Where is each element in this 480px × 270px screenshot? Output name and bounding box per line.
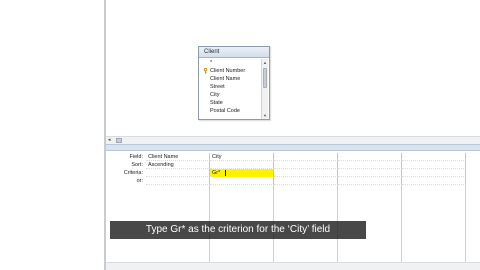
grid-cell-criteria[interactable]: [274, 169, 338, 177]
grid-cell-field[interactable]: [274, 153, 338, 161]
grid-cell-or[interactable]: [274, 177, 338, 185]
field-list-item[interactable]: Postal Code: [202, 107, 260, 115]
grid-cell-field[interactable]: [402, 153, 466, 161]
field-list-item[interactable]: Client Name: [202, 75, 260, 83]
scroll-thumb[interactable]: [116, 138, 122, 143]
grid-row-or: [146, 177, 480, 185]
grid-cell-sort[interactable]: [402, 161, 466, 169]
grid-cell-criteria[interactable]: [402, 169, 466, 177]
field-name: Client Name: [210, 76, 241, 82]
field-list-item[interactable]: Street: [202, 83, 260, 91]
field-name: Client Number: [210, 68, 246, 74]
table-pane: Client * Client Number Client Name Street Ci…: [106, 0, 480, 143]
grid-cell-sort[interactable]: [274, 161, 338, 169]
field-list-item[interactable]: *: [202, 59, 260, 67]
scroll-up-icon[interactable]: ▲: [262, 59, 268, 66]
field-name: Street: [210, 84, 225, 90]
grid-cell-or[interactable]: [338, 177, 402, 185]
field-name: *: [210, 60, 213, 66]
grid-cell-field[interactable]: City: [210, 153, 274, 161]
row-label-field: Field:: [129, 154, 143, 160]
field-name: City: [210, 92, 220, 98]
grid-cell-field[interactable]: Client Name: [146, 153, 210, 161]
scroll-left-icon[interactable]: ◂: [108, 137, 115, 144]
grid-cell-sort[interactable]: Ascending: [146, 161, 210, 169]
field-list-title[interactable]: Client: [199, 47, 269, 58]
table-pane-horizontal-scrollbar[interactable]: ◂: [106, 136, 480, 144]
navigation-pane: [0, 0, 104, 270]
field-list-item[interactable]: Client Number: [202, 67, 260, 75]
primary-key-icon: [203, 68, 208, 74]
city-criteria-cell[interactable]: Gr*: [210, 169, 274, 177]
row-label-or: or:: [136, 178, 143, 184]
scroll-thumb[interactable]: [263, 68, 267, 88]
grid-cell-or[interactable]: [146, 177, 210, 185]
grid-cell-text: Gr*: [212, 170, 221, 176]
grid-row-field: Client Name City: [146, 153, 480, 161]
text-cursor: [225, 170, 226, 176]
grid-horizontal-scrollbar[interactable]: [106, 262, 480, 270]
grid-cell-text: City: [212, 154, 222, 160]
grid-cell-sort[interactable]: [338, 161, 402, 169]
grid-cell-criteria[interactable]: [338, 169, 402, 177]
grid-row-criteria: Gr*: [146, 169, 480, 177]
tutorial-caption: Type Gr* as the criterion for the ‘City’…: [110, 221, 366, 239]
grid-cell-text: Ascending: [148, 162, 174, 168]
client-field-list[interactable]: Client * Client Number Client Name Street Ci…: [198, 46, 270, 120]
grid-cells: Client Name City Ascending Gr*: [146, 153, 480, 185]
grid-row-sort: Ascending: [146, 161, 480, 169]
field-list-item[interactable]: City: [202, 91, 260, 99]
row-label-criteria: Criteria:: [123, 170, 143, 176]
grid-cell-text: Client Name: [148, 154, 179, 160]
grid-cell-sort[interactable]: [210, 161, 274, 169]
grid-cell-or[interactable]: [402, 177, 466, 185]
design-grid: Field: Sort: Criteria: or: Client Name Ci…: [106, 151, 480, 270]
grid-cell-field[interactable]: [338, 153, 402, 161]
row-labels: Field: Sort: Criteria: or:: [106, 151, 145, 185]
scroll-down-icon[interactable]: ▼: [262, 112, 268, 119]
field-name: State: [210, 100, 223, 106]
pane-splitter[interactable]: [106, 144, 480, 151]
field-name: Postal Code: [210, 108, 240, 114]
grid-cell-or[interactable]: [210, 177, 274, 185]
grid-cell-criteria[interactable]: [146, 169, 210, 177]
field-list-item[interactable]: State: [202, 99, 260, 107]
field-list-scrollbar[interactable]: ▲ ▼: [261, 59, 268, 119]
row-label-sort: Sort:: [131, 162, 143, 168]
field-list: * Client Number Client Name Street City State…: [202, 59, 260, 115]
